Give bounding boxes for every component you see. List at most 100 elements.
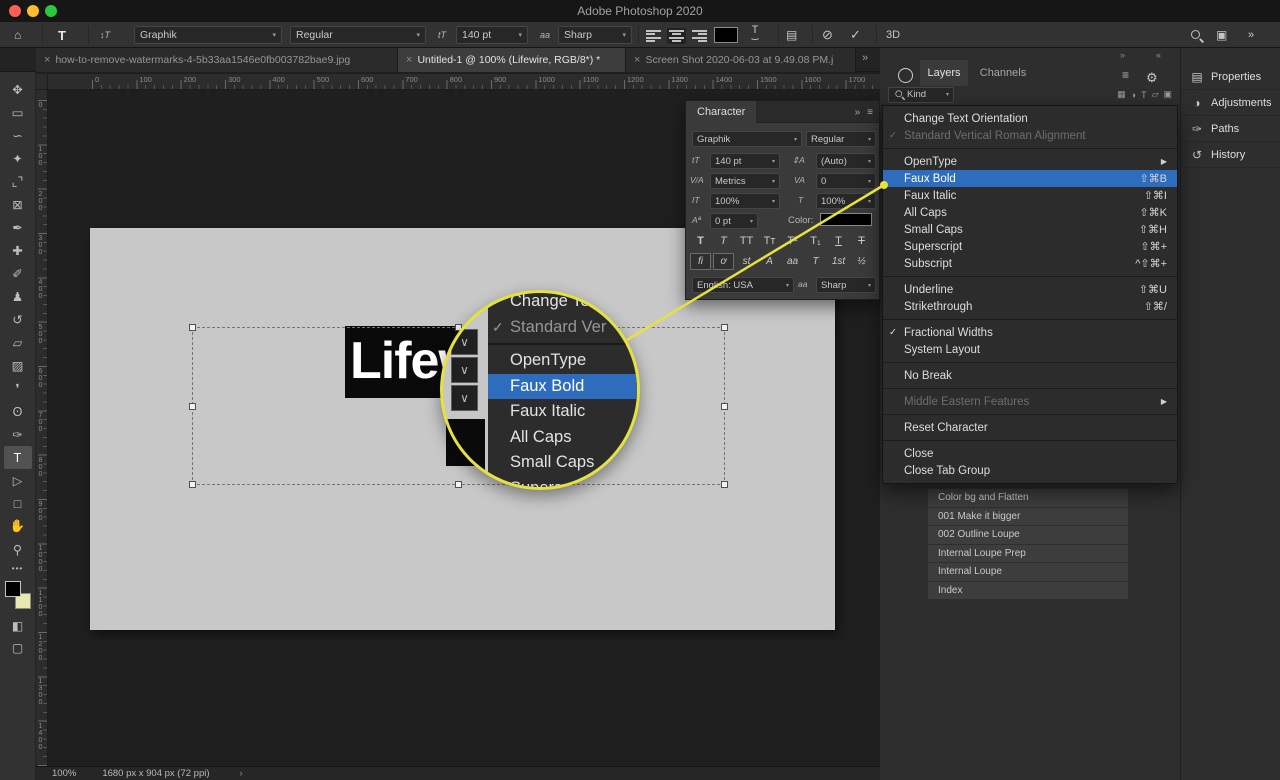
menu-item-subscript[interactable]: Subscript ^⇧⌘+	[883, 255, 1177, 272]
dock-panel-properties[interactable]: ▤ Properties	[1181, 64, 1280, 90]
commit-edit-icon[interactable]: ✓	[850, 22, 861, 48]
selection-handle-middle-left[interactable]	[189, 403, 196, 410]
frame-tool[interactable]: ⊠	[4, 193, 32, 216]
selection-handle-top-left[interactable]	[189, 324, 196, 331]
current-tool-icon[interactable]: T	[58, 22, 66, 48]
fractions-button[interactable]: ½	[851, 253, 872, 270]
dock-panel-paths[interactable]: ✑ Paths	[1181, 116, 1280, 142]
quick-mask-icon[interactable]: ◧	[0, 615, 35, 637]
cp-color-swatch[interactable]	[820, 213, 872, 226]
cp-leading-select[interactable]: (Auto)	[816, 153, 876, 169]
selection-handle-bottom-right[interactable]	[721, 481, 728, 488]
panel-collapse-icon[interactable]: «	[1156, 50, 1161, 60]
selection-handle-bottom-left[interactable]	[189, 481, 196, 488]
contextual-alternates-button[interactable]: ơ	[713, 253, 734, 270]
selection-handle-bottom-center[interactable]	[455, 481, 462, 488]
history-brush-tool[interactable]: ↺	[4, 308, 32, 331]
menu-item-no-break[interactable]: No Break	[883, 367, 1177, 384]
cp-baseline-select[interactable]: 0 pt	[710, 213, 758, 229]
anti-alias-select[interactable]: Sharp	[558, 26, 632, 44]
panel-menu-icon[interactable]: ≡	[867, 107, 873, 118]
filter-shape-layers-icon[interactable]: ▱	[1152, 89, 1159, 100]
strikethrough-button[interactable]: T	[851, 233, 872, 249]
discretionary-ligatures-button[interactable]: st	[736, 253, 757, 270]
path-selection-tool[interactable]: ▷	[4, 469, 32, 492]
document-tab-3[interactable]: × Screen Shot 2020-06-03 at 9.49.08 PM.j	[626, 48, 856, 72]
menu-item-close[interactable]: Close	[883, 445, 1177, 462]
ligatures-button[interactable]: fi	[690, 253, 711, 270]
brush-tool[interactable]: ✐	[4, 262, 32, 285]
document-tab-1[interactable]: × how-to-remove-watermarks-4-5b33aa1546e0…	[36, 48, 398, 72]
menu-item-small-caps[interactable]: Small Caps ⇧⌘H	[883, 221, 1177, 238]
history-state-002-outline-loupe[interactable]: 002 Outline Loupe	[928, 526, 1128, 544]
hand-tool[interactable]: ✋	[4, 515, 32, 538]
dock-panel-adjustments[interactable]: ◑ Adjustments	[1181, 90, 1280, 116]
lasso-tool[interactable]: ∽	[4, 124, 32, 147]
align-right-button[interactable]	[690, 28, 709, 44]
quick-selection-tool[interactable]: ✦	[4, 147, 32, 170]
zoom-tool[interactable]: ⚲	[4, 538, 32, 561]
marquee-tool[interactable]: ▭	[4, 101, 32, 124]
font-style-select[interactable]: Regular	[290, 26, 426, 44]
move-tool[interactable]: ✥	[4, 78, 32, 101]
cancel-edit-icon[interactable]: ⊘	[822, 22, 833, 48]
eyedropper-tool[interactable]: ✒	[4, 216, 32, 239]
panel-menu-icon[interactable]: ≡	[1122, 68, 1129, 82]
faux-bold-button[interactable]: T	[690, 233, 711, 249]
document-tab-2[interactable]: × Untitled-1 @ 100% (Lifewire, RGB/8*) *	[398, 48, 626, 72]
filter-pixel-layers-icon[interactable]: ▦	[1117, 89, 1126, 100]
tab-close-icon[interactable]: ×	[406, 54, 412, 66]
font-family-select[interactable]: Graphik	[134, 26, 282, 44]
layer-filter-select[interactable]: Kind	[888, 86, 954, 103]
selection-handle-middle-right[interactable]	[721, 403, 728, 410]
pen-tool[interactable]: ✑	[4, 423, 32, 446]
ordinals-button[interactable]: 1st	[828, 253, 849, 270]
titling-alternates-button[interactable]: T	[805, 253, 826, 270]
3d-button[interactable]: 3D	[886, 22, 900, 48]
menu-item-faux-bold[interactable]: Faux Bold ⇧⌘B	[883, 170, 1177, 187]
selection-handle-top-right[interactable]	[721, 324, 728, 331]
rectangle-tool[interactable]: □	[4, 492, 32, 515]
clone-stamp-tool[interactable]: ♟	[4, 285, 32, 308]
menu-item-strikethrough[interactable]: Strikethrough ⇧⌘/	[883, 298, 1177, 315]
text-orientation-icon[interactable]: ↕T	[100, 22, 110, 48]
dodge-tool[interactable]: ʘ	[4, 400, 32, 423]
cp-language-select[interactable]: English: USA	[692, 277, 794, 293]
small-caps-button[interactable]: Tᴛ	[759, 233, 780, 249]
tab-channels[interactable]: Channels	[972, 60, 1034, 86]
zoom-level[interactable]: 100%	[52, 768, 76, 779]
options-overflow-icon[interactable]: »	[1248, 22, 1254, 48]
minimize-window-button[interactable]	[27, 5, 39, 17]
menu-item-superscript[interactable]: Superscript ⇧⌘+	[883, 238, 1177, 255]
cp-tracking-select[interactable]: 0	[816, 173, 876, 189]
cp-vertical-scale-select[interactable]: 100%	[710, 193, 780, 209]
cp-font-size-select[interactable]: 140 pt	[710, 153, 780, 169]
dock-panel-history[interactable]: ↺ History	[1181, 142, 1280, 168]
menu-item-reset-character[interactable]: Reset Character	[883, 419, 1177, 436]
filter-type-layers-icon[interactable]: T	[1141, 90, 1147, 100]
superscript-button[interactable]: T¹	[782, 233, 803, 249]
edit-toolbar-icon[interactable]: •••	[0, 564, 35, 573]
gear-icon[interactable]: ⚙	[1146, 70, 1158, 86]
cp-kerning-select[interactable]: Metrics	[710, 173, 780, 189]
tab-close-icon[interactable]: ×	[634, 54, 640, 66]
crop-tool[interactable]: ⌞⌝	[4, 170, 32, 193]
type-tool[interactable]: T	[3, 446, 32, 469]
history-state-index[interactable]: Index	[928, 581, 1128, 599]
healing-brush-tool[interactable]: ✚	[4, 239, 32, 262]
faux-italic-button[interactable]: T	[713, 233, 734, 249]
history-state-color-bg-and-flatten[interactable]: Color bg and Flatten	[928, 489, 1128, 507]
menu-item-close-tab-group[interactable]: Close Tab Group	[883, 462, 1177, 479]
search-button[interactable]	[1190, 22, 1203, 48]
swash-button[interactable]: A	[759, 253, 780, 270]
history-state-internal-loupe-prep[interactable]: Internal Loupe Prep	[928, 544, 1128, 562]
blur-tool[interactable]: ❜	[4, 377, 32, 400]
workspace-icon[interactable]: ▣	[1216, 22, 1227, 48]
horizontal-ruler[interactable]: 0 100 200 300 400 500 600 700 800 900 1000 1100 1200…	[48, 74, 880, 90]
subscript-button[interactable]: T₁	[805, 233, 826, 249]
menu-item-underline[interactable]: Underline ⇧⌘U	[883, 281, 1177, 298]
screen-mode-icon[interactable]: ▢	[0, 637, 35, 659]
align-left-button[interactable]	[644, 28, 663, 44]
filter-smart-objects-icon[interactable]: ▣	[1163, 89, 1172, 100]
eraser-tool[interactable]: ▱	[4, 331, 32, 354]
